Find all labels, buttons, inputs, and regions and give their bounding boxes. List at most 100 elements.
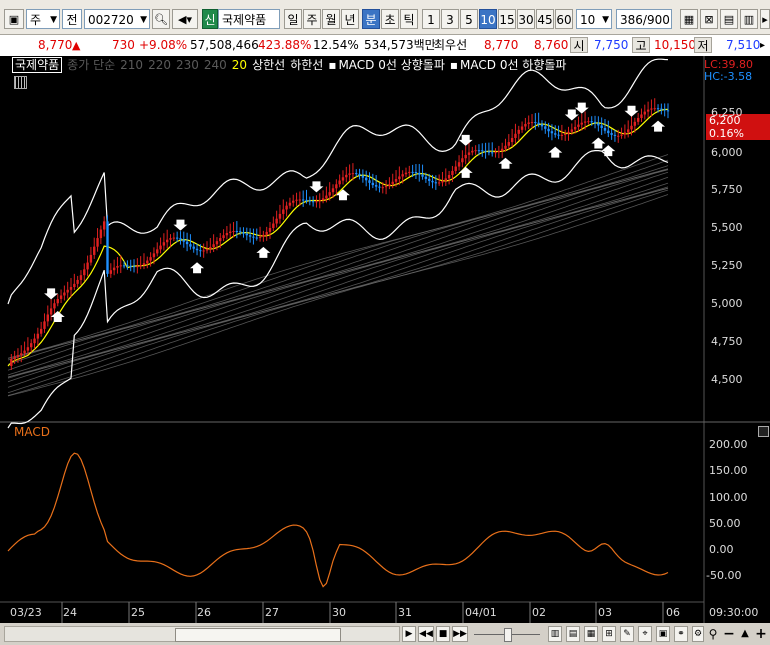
candle-body-68	[232, 231, 235, 233]
candle-body-39	[136, 266, 139, 268]
chart-type-icon[interactable]: ▥	[548, 626, 562, 642]
stop-icon[interactable]: ■	[436, 626, 450, 642]
candle-body-167	[560, 134, 564, 136]
candle-body-28	[99, 229, 103, 239]
scrollbar-thumb[interactable]	[175, 628, 341, 642]
stock-name-display[interactable]: 국제약품	[218, 9, 280, 29]
candle-body-4	[20, 353, 23, 356]
forward-icon[interactable]: ▶▶	[452, 626, 468, 642]
interval-button-5[interactable]: 5	[460, 9, 478, 29]
chart-legend: 국제약품 종가 단순 210 220 230 240 20 상한선 하한선 ▪ MACD 0선 상향…	[12, 57, 571, 73]
cursor-icon[interactable]: ⌖	[638, 626, 652, 642]
candle-body-163	[547, 128, 550, 132]
crosshair-icon[interactable]: ⊠	[700, 9, 718, 29]
candle-body-41	[142, 263, 146, 266]
chart-scrollbar[interactable]	[4, 626, 400, 642]
volume-ratio: 423.88%	[258, 38, 312, 52]
save-icon[interactable]: ▤	[720, 9, 738, 29]
grid-toggle-icon[interactable]	[14, 76, 27, 89]
zoom-in-icon[interactable]: +	[754, 626, 768, 642]
tab-month[interactable]: 월	[322, 9, 340, 29]
link-icon[interactable]: ⚭	[674, 626, 688, 642]
interval-button-3[interactable]: 3	[441, 9, 459, 29]
current-price: 8,770	[38, 38, 73, 52]
candle-body-114	[384, 186, 388, 188]
zoom-slider-handle[interactable]	[504, 628, 512, 642]
legend-ma-label: 종가 단순	[67, 58, 116, 72]
indicator-icon[interactable]: ▦	[584, 626, 598, 642]
candle-body-172	[577, 124, 580, 127]
candle-body-60	[205, 249, 209, 251]
tab-second[interactable]: 초	[381, 9, 399, 29]
capture-icon[interactable]: ▣	[656, 626, 670, 642]
time-label-02: 02	[532, 606, 546, 619]
candle-body-24	[86, 262, 89, 270]
interval-button-60[interactable]: 60	[555, 9, 573, 29]
overlay-icon[interactable]: ▤	[566, 626, 580, 642]
market-type-select[interactable]: 주 ▼	[26, 9, 60, 29]
candle-body-8	[33, 338, 36, 344]
candle-body-171	[573, 126, 577, 130]
speaker-icon[interactable]: ◀▾	[172, 9, 198, 29]
candle-body-121	[408, 171, 411, 173]
interval-button-45[interactable]: 45	[536, 9, 554, 29]
expand-icon[interactable]: ▸	[760, 37, 765, 54]
settings-icon[interactable]: ▸	[760, 9, 770, 29]
candle-body-51	[175, 237, 179, 239]
candle-body-175	[587, 121, 590, 123]
zoom-slider[interactable]	[472, 626, 542, 642]
compare-icon[interactable]: ⊞	[602, 626, 616, 642]
tab-year[interactable]: 년	[341, 9, 359, 29]
scroll-up-icon[interactable]: ▲	[738, 626, 752, 642]
candle-body-146	[491, 152, 494, 154]
candle-body-47	[162, 242, 166, 246]
current-price-pct: 0.16%	[709, 127, 744, 140]
chart-settings-icon[interactable]: ⚙	[692, 626, 704, 642]
candle-body-142	[477, 150, 481, 152]
interval-button-1[interactable]: 1	[422, 9, 440, 29]
candle-body-21	[76, 279, 79, 284]
candle-body-17	[63, 292, 66, 296]
scroll-right-icon[interactable]: ▶	[402, 626, 416, 642]
tab-tick[interactable]: 틱	[400, 9, 418, 29]
price-tick-5250: 5,250	[711, 259, 743, 272]
draw-tool-icon[interactable]: ✎	[620, 626, 634, 642]
macd-panel-icon[interactable]	[758, 426, 769, 437]
candle-body-112	[378, 186, 381, 188]
rewind-icon[interactable]: ◀◀	[418, 626, 434, 642]
zoom-out-icon[interactable]: −	[722, 626, 736, 642]
tab-day[interactable]: 일	[284, 9, 302, 29]
interval-button-30[interactable]: 30	[517, 9, 535, 29]
candle-body-46	[159, 245, 162, 250]
candle-body-40	[139, 265, 142, 267]
zoom-search-icon[interactable]: ⚲	[706, 626, 720, 642]
layout-icon[interactable]: ▣	[4, 9, 24, 29]
candle-body-153	[514, 133, 517, 138]
search-icon[interactable]: 🔍︎	[152, 9, 170, 29]
prev-select[interactable]: 전	[62, 9, 82, 29]
candle-body-27	[96, 238, 99, 247]
candle-body-10	[39, 328, 43, 334]
candle-body-77	[262, 234, 265, 237]
candle-body-179	[600, 125, 603, 129]
candle-body-76	[258, 236, 262, 238]
grid-icon[interactable]: ▦	[680, 9, 698, 29]
print-icon[interactable]: ▥	[740, 9, 758, 29]
candle-body-126	[424, 176, 428, 179]
chart-area[interactable]	[0, 56, 770, 623]
candle-body-85	[288, 202, 292, 206]
candle-body-19	[69, 287, 73, 290]
stock-code-input[interactable]: 002720 ▼	[84, 9, 150, 29]
interval-button-10[interactable]: 10	[479, 9, 497, 29]
tab-minute[interactable]: 분	[362, 9, 380, 29]
tab-week[interactable]: 주	[303, 9, 321, 29]
interval-button-15[interactable]: 15	[498, 9, 516, 29]
candle-body-99	[335, 184, 338, 189]
candle-body-90	[305, 199, 308, 201]
bottom-controls: ▶ ◀◀ ■ ▶▶ ▥ ▤ ▦ ⊞ ✎ ⌖ ▣ ⚭ ⚙ ⚲ − ▲ +	[0, 623, 770, 645]
interval-select[interactable]: 10 ▼	[576, 9, 612, 29]
candle-body-65	[222, 235, 225, 239]
candle-body-15	[56, 298, 59, 304]
candle-body-50	[172, 237, 176, 239]
candle-body-61	[209, 247, 212, 250]
